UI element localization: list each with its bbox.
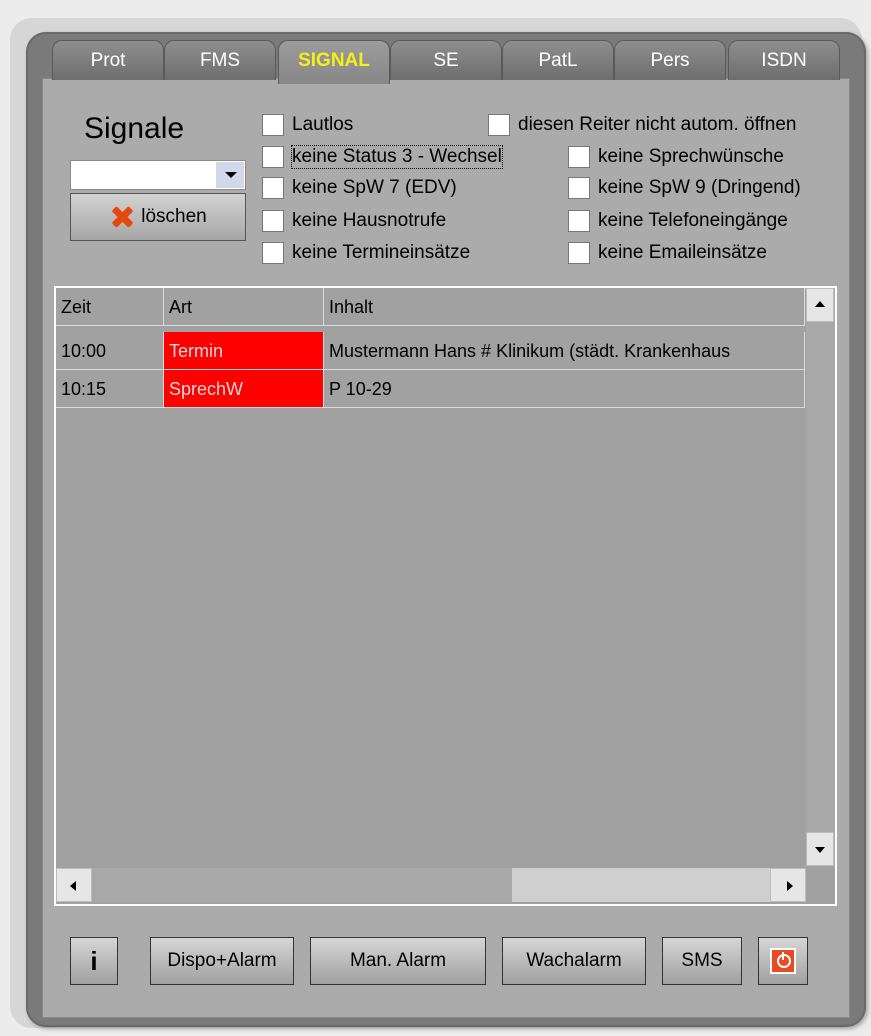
checkbox-no-email[interactable]: keine Emaileinsätze <box>568 242 767 264</box>
column-header-art[interactable]: Art <box>164 288 324 326</box>
scroll-right-arrow-icon[interactable] <box>770 868 806 902</box>
checkbox-label: diesen Reiter nicht autom. öffnen <box>518 114 797 135</box>
table-row[interactable]: 10:15 SprechW P 10-29 <box>56 370 805 408</box>
table-row[interactable]: 10:00 Termin Mustermann Hans # Klinikum … <box>56 332 805 370</box>
checkbox-box[interactable] <box>488 114 510 136</box>
tab-prot[interactable]: Prot <box>52 40 164 80</box>
wachalarm-button[interactable]: Wachalarm <box>502 937 646 985</box>
checkbox-box[interactable] <box>568 242 590 264</box>
dispo-alarm-button[interactable]: Dispo+Alarm <box>150 937 294 985</box>
tab-pers[interactable]: Pers <box>614 40 726 80</box>
checkbox-no-spw7[interactable]: keine SpW 7 (EDV) <box>262 177 457 199</box>
power-icon <box>770 948 796 974</box>
horizontal-scrollbar[interactable] <box>56 868 806 902</box>
scroll-up-arrow-icon[interactable] <box>806 288 834 322</box>
delete-icon <box>109 204 135 230</box>
checkbox-label: keine Termineinsätze <box>292 242 471 263</box>
signal-table: Zeit Art Inhalt 10:00 Termin Mustermann … <box>54 286 837 906</box>
cell-content: Mustermann Hans # Klinikum (städt. Krank… <box>324 332 805 370</box>
tab-signal[interactable]: SIGNAL <box>278 40 390 84</box>
checkbox-no-home-emergency[interactable]: keine Hausnotrufe <box>262 210 446 232</box>
cell-content: P 10-29 <box>324 370 805 408</box>
checkbox-no-appointments[interactable]: keine Termineinsätze <box>262 242 470 264</box>
checkbox-label: Lautlos <box>292 114 354 135</box>
scroll-left-arrow-icon[interactable] <box>56 868 92 902</box>
signale-title: Signale <box>84 112 185 145</box>
signal-dropdown[interactable] <box>70 160 246 190</box>
checkbox-label: keine Hausnotrufe <box>292 210 447 231</box>
scrollbar-corner <box>806 866 835 904</box>
checkbox-label: keine Telefoneingänge <box>598 210 788 231</box>
column-header-inhalt[interactable]: Inhalt <box>324 288 805 326</box>
checkbox-box[interactable] <box>262 114 284 136</box>
checkbox-box[interactable] <box>262 242 284 264</box>
checkbox-lautlos[interactable]: Lautlos <box>262 114 353 136</box>
checkbox-box[interactable] <box>568 210 590 232</box>
checkbox-box[interactable] <box>262 177 284 199</box>
scroll-down-arrow-icon[interactable] <box>806 832 834 866</box>
tab-se[interactable]: SE <box>390 40 502 80</box>
checkbox-label: keine Status 3 - Wechsel <box>291 145 503 169</box>
checkbox-no-spw9[interactable]: keine SpW 9 (Dringend) <box>568 177 801 199</box>
checkbox-no-speech-requests[interactable]: keine Sprechwünsche <box>568 146 784 168</box>
tab-isdn[interactable]: ISDN <box>728 40 840 80</box>
man-alarm-button[interactable]: Man. Alarm <box>310 937 486 985</box>
checkbox-box[interactable] <box>262 210 284 232</box>
cell-type: SprechW <box>164 370 324 408</box>
checkbox-label: keine Emaileinsätze <box>598 242 767 263</box>
checkbox-label: keine SpW 9 (Dringend) <box>598 177 801 198</box>
cell-time: 10:00 <box>56 332 164 370</box>
checkbox-box[interactable] <box>568 177 590 199</box>
cell-type: Termin <box>164 332 324 370</box>
info-button[interactable]: i <box>70 937 118 985</box>
power-button[interactable] <box>758 937 808 985</box>
delete-button[interactable]: löschen <box>70 193 246 241</box>
checkbox-box[interactable] <box>262 146 284 168</box>
cell-time: 10:15 <box>56 370 164 408</box>
vertical-scrollbar[interactable] <box>806 288 835 866</box>
table-header: Zeit Art Inhalt <box>56 288 805 326</box>
checkbox-not-auto-open[interactable]: diesen Reiter nicht autom. öffnen <box>488 114 797 136</box>
chevron-down-icon[interactable] <box>216 162 244 188</box>
delete-label: löschen <box>141 206 207 227</box>
checkbox-box[interactable] <box>568 146 590 168</box>
tab-fms[interactable]: FMS <box>164 40 276 80</box>
horizontal-scroll-thumb[interactable] <box>512 868 770 902</box>
column-header-zeit[interactable]: Zeit <box>56 288 164 326</box>
tab-patl[interactable]: PatL <box>502 40 614 80</box>
checkbox-no-status3[interactable]: keine Status 3 - Wechsel <box>262 145 503 169</box>
tab-bar: Prot FMS SIGNAL SE PatL Pers ISDN <box>52 40 842 84</box>
checkbox-label: keine SpW 7 (EDV) <box>292 177 457 198</box>
checkbox-no-phone[interactable]: keine Telefoneingänge <box>568 210 788 232</box>
checkbox-label: keine Sprechwünsche <box>598 146 784 167</box>
sms-button[interactable]: SMS <box>662 937 742 985</box>
